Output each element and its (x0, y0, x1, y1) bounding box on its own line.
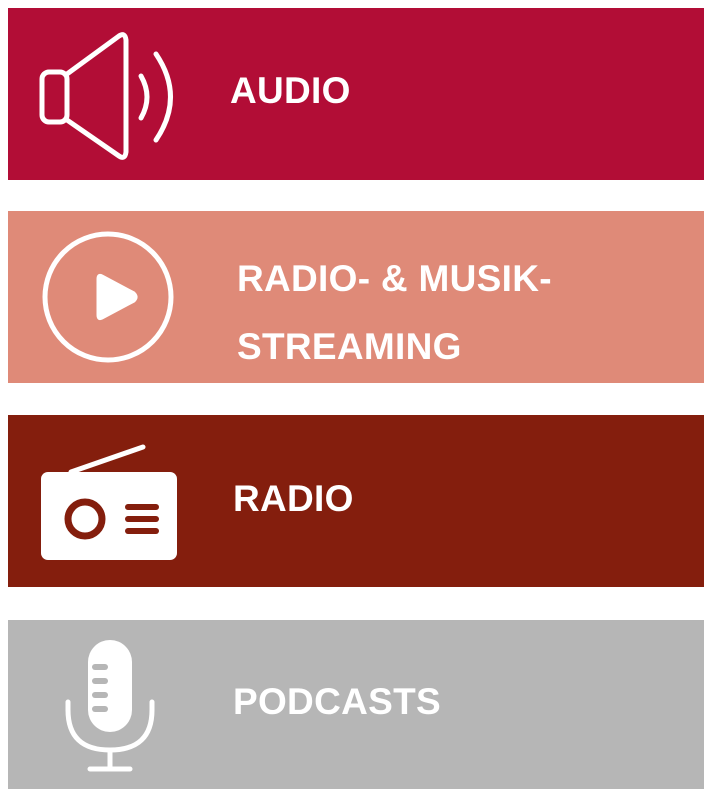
radio-label: RADIO (233, 478, 354, 519)
streaming-label: RADIO- & MUSIK- STREAMING (237, 245, 552, 381)
radio-icon (41, 444, 181, 562)
podcasts-tile[interactable]: PODCASTS (8, 620, 704, 789)
play-circle-icon (40, 229, 176, 365)
streaming-label-line1: RADIO- & MUSIK- (237, 258, 552, 299)
podcasts-label: PODCASTS (233, 681, 441, 722)
audio-tile[interactable]: AUDIO (8, 8, 704, 180)
radio-tile[interactable]: RADIO (8, 415, 704, 587)
microphone-icon (62, 638, 158, 778)
speaker-icon (39, 30, 189, 162)
radio-music-streaming-tile[interactable]: RADIO- & MUSIK- STREAMING (8, 211, 704, 383)
audio-label: AUDIO (230, 70, 351, 111)
streaming-label-line2: STREAMING (237, 326, 462, 367)
